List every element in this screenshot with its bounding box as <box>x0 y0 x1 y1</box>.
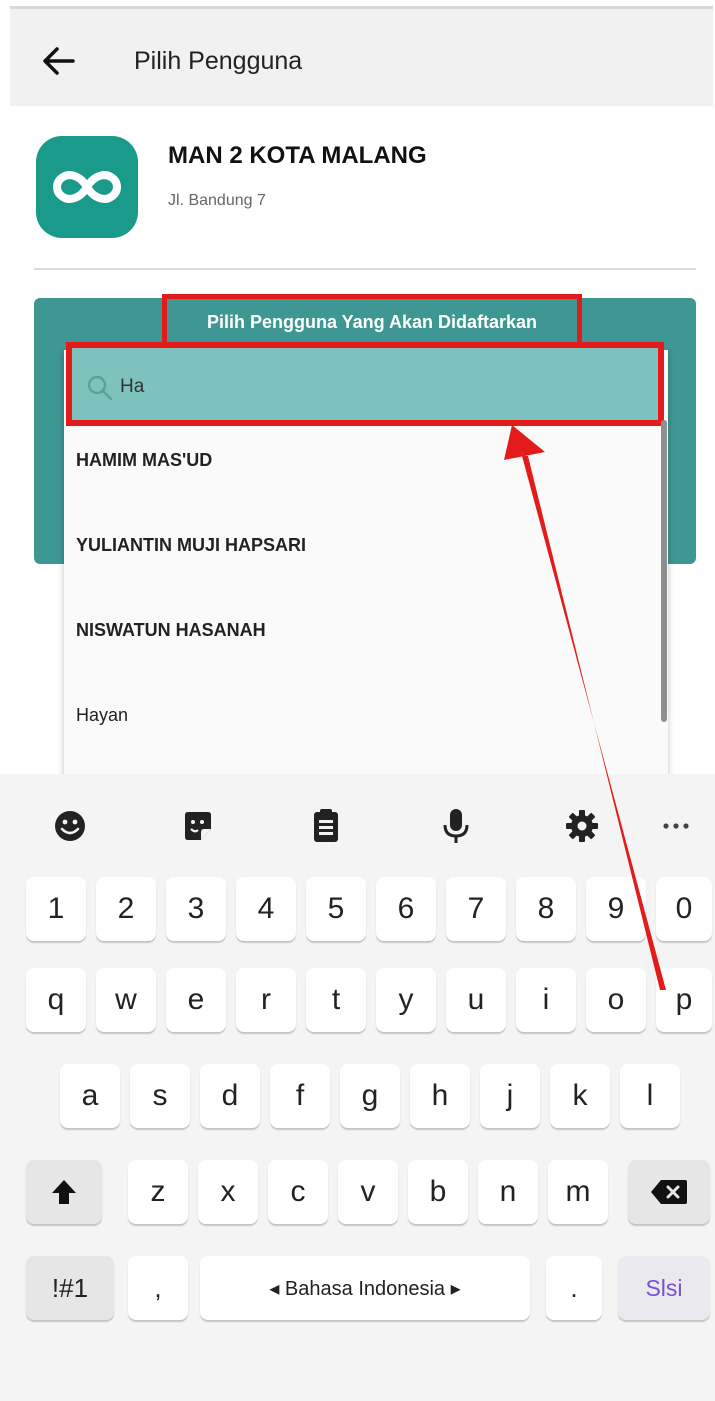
key-7[interactable]: 7 <box>446 877 506 941</box>
key-0[interactable]: 0 <box>656 877 712 941</box>
search-icon <box>87 375 113 401</box>
panel-title: Pilih Pengguna Yang Akan Didaftarkan <box>206 311 538 332</box>
key-w[interactable]: w <box>96 968 156 1032</box>
key-p[interactable]: p <box>656 968 712 1032</box>
school-name: MAN 2 KOTA MALANG <box>168 142 427 169</box>
key-g[interactable]: g <box>340 1064 400 1128</box>
sticker-button[interactable] <box>176 804 220 848</box>
divider <box>34 268 696 270</box>
clipboard-icon <box>314 809 338 842</box>
key-c[interactable]: c <box>268 1160 328 1224</box>
emoji-icon <box>55 811 85 841</box>
emoji-button[interactable] <box>48 804 92 848</box>
key-d[interactable]: d <box>200 1064 260 1128</box>
list-item[interactable]: HAMIM MAS'UD <box>76 450 212 471</box>
shift-arrow-icon <box>52 1180 76 1204</box>
key-4[interactable]: 4 <box>236 877 296 941</box>
key-e[interactable]: e <box>166 968 226 1032</box>
shift-key[interactable] <box>26 1160 102 1224</box>
period-key[interactable]: . <box>546 1256 602 1320</box>
list-item[interactable]: Hayan <box>76 705 128 726</box>
key-h[interactable]: h <box>410 1064 470 1128</box>
comma-key[interactable]: , <box>128 1256 188 1320</box>
key-q[interactable]: q <box>26 968 86 1032</box>
symbols-key[interactable]: !#1 <box>26 1256 114 1320</box>
key-n[interactable]: n <box>478 1160 538 1224</box>
key-1[interactable]: 1 <box>26 877 86 941</box>
key-i[interactable]: i <box>516 968 576 1032</box>
clipboard-button[interactable] <box>304 804 348 848</box>
page-title: Pilih Pengguna <box>134 47 303 75</box>
key-6[interactable]: 6 <box>376 877 436 941</box>
list-item[interactable]: NISWATUN HASANAH <box>76 620 266 641</box>
more-options-button[interactable] <box>654 804 698 848</box>
key-9[interactable]: 9 <box>586 877 646 941</box>
key-l[interactable]: l <box>620 1064 680 1128</box>
key-z[interactable]: z <box>128 1160 188 1224</box>
key-r[interactable]: r <box>236 968 296 1032</box>
list-item[interactable]: YULIANTIN MUJI HAPSARI <box>76 535 306 556</box>
key-x[interactable]: x <box>198 1160 258 1224</box>
enter-key[interactable]: Slsi <box>618 1256 710 1320</box>
settings-icon <box>566 810 598 842</box>
arrow-left-icon <box>43 47 75 75</box>
key-m[interactable]: m <box>548 1160 608 1224</box>
infinity-icon <box>53 171 121 203</box>
backspace-icon <box>651 1180 687 1204</box>
back-button[interactable] <box>38 41 78 81</box>
search-value: Ha <box>120 376 145 397</box>
soft-keyboard: 1 2 3 4 5 6 7 8 9 0 q w e r t y u i o p … <box>0 774 715 1401</box>
dropdown-scrollbar[interactable] <box>661 420 667 722</box>
microphone-icon <box>443 809 469 843</box>
key-b[interactable]: b <box>408 1160 468 1224</box>
key-k[interactable]: k <box>550 1064 610 1128</box>
voice-input-button[interactable] <box>434 804 478 848</box>
key-8[interactable]: 8 <box>516 877 576 941</box>
search-input[interactable]: Ha <box>66 342 664 426</box>
school-address: Jl. Bandung 7 <box>168 192 266 209</box>
sticker-icon <box>185 812 211 840</box>
keyboard-settings-button[interactable] <box>560 804 604 848</box>
key-2[interactable]: 2 <box>96 877 156 941</box>
app-bar: Pilih Pengguna <box>10 6 713 106</box>
key-5[interactable]: 5 <box>306 877 366 941</box>
key-t[interactable]: t <box>306 968 366 1032</box>
key-f[interactable]: f <box>270 1064 330 1128</box>
key-y[interactable]: y <box>376 968 436 1032</box>
key-v[interactable]: v <box>338 1160 398 1224</box>
space-key[interactable]: ◂ Bahasa Indonesia ▸ <box>200 1256 530 1320</box>
more-icon <box>663 823 689 829</box>
key-o[interactable]: o <box>586 968 646 1032</box>
key-a[interactable]: a <box>60 1064 120 1128</box>
key-j[interactable]: j <box>480 1064 540 1128</box>
key-u[interactable]: u <box>446 968 506 1032</box>
backspace-key[interactable] <box>628 1160 710 1224</box>
key-3[interactable]: 3 <box>166 877 226 941</box>
app-logo <box>36 136 138 238</box>
key-s[interactable]: s <box>130 1064 190 1128</box>
